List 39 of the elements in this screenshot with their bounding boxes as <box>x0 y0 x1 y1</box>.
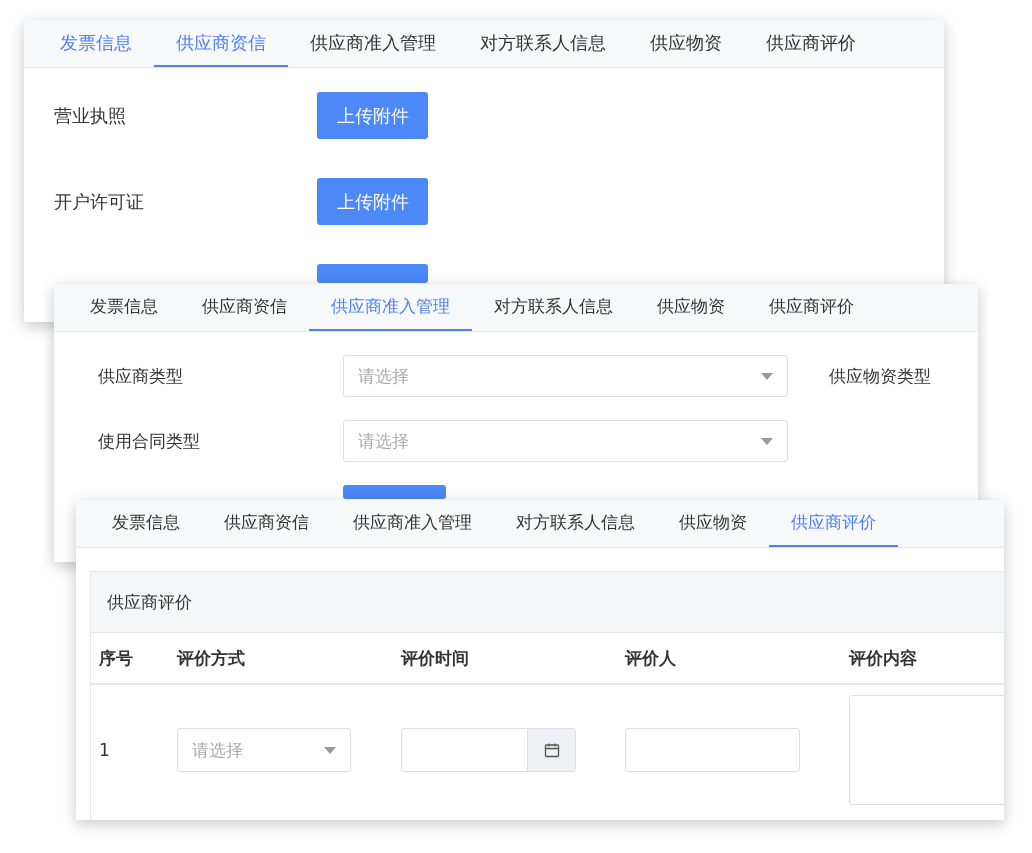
tab[interactable]: 发票信息 <box>90 500 202 547</box>
field-label: 营业执照 <box>54 103 127 128</box>
text-area[interactable] <box>849 695 1004 805</box>
tab[interactable]: 供应商资信 <box>180 284 309 331</box>
tab[interactable]: 供应物资 <box>657 500 769 547</box>
tab[interactable]: 供应商资信 <box>154 20 288 67</box>
column-header: 评价内容 <box>849 646 917 670</box>
column-header: 评价方式 <box>177 646 245 670</box>
tab[interactable]: 对方联系人信息 <box>494 500 657 547</box>
tab[interactable]: 供应商准入管理 <box>309 284 472 331</box>
tab[interactable]: 供应商资信 <box>202 500 331 547</box>
tab[interactable]: 供应商评价 <box>769 500 898 547</box>
column-header: 评价时间 <box>401 646 469 670</box>
tab[interactable]: 供应商准入管理 <box>288 20 458 67</box>
input-field[interactable] <box>625 728 800 772</box>
table-cell: 1 <box>99 740 110 760</box>
field-label: 供应物资类型 <box>829 364 931 388</box>
upload-button[interactable] <box>317 264 428 283</box>
field-label: 使用合同类型 <box>98 429 201 453</box>
caret-icon <box>324 746 336 754</box>
caret-icon <box>761 437 773 445</box>
tab[interactable]: 发票信息 <box>68 284 180 331</box>
tab[interactable]: 供应商评价 <box>744 20 878 67</box>
tab[interactable]: 供应商评价 <box>747 284 876 331</box>
section-title: 供应商评价 <box>107 590 192 614</box>
column-header: 序号 <box>99 646 133 670</box>
tab[interactable]: 供应商准入管理 <box>331 500 494 547</box>
tab[interactable]: 发票信息 <box>38 20 154 67</box>
upload-button[interactable] <box>343 485 446 499</box>
tab[interactable]: 供应物资 <box>628 20 744 67</box>
date-field[interactable] <box>401 728 576 772</box>
tab[interactable]: 对方联系人信息 <box>472 284 635 331</box>
column-header: 评价人 <box>625 646 676 670</box>
caret-icon <box>761 372 773 380</box>
tab[interactable]: 供应物资 <box>635 284 747 331</box>
tab[interactable]: 对方联系人信息 <box>458 20 628 67</box>
field-label: 开户许可证 <box>54 189 145 214</box>
field-label: 供应商类型 <box>98 364 184 388</box>
calendar-icon <box>543 742 560 758</box>
